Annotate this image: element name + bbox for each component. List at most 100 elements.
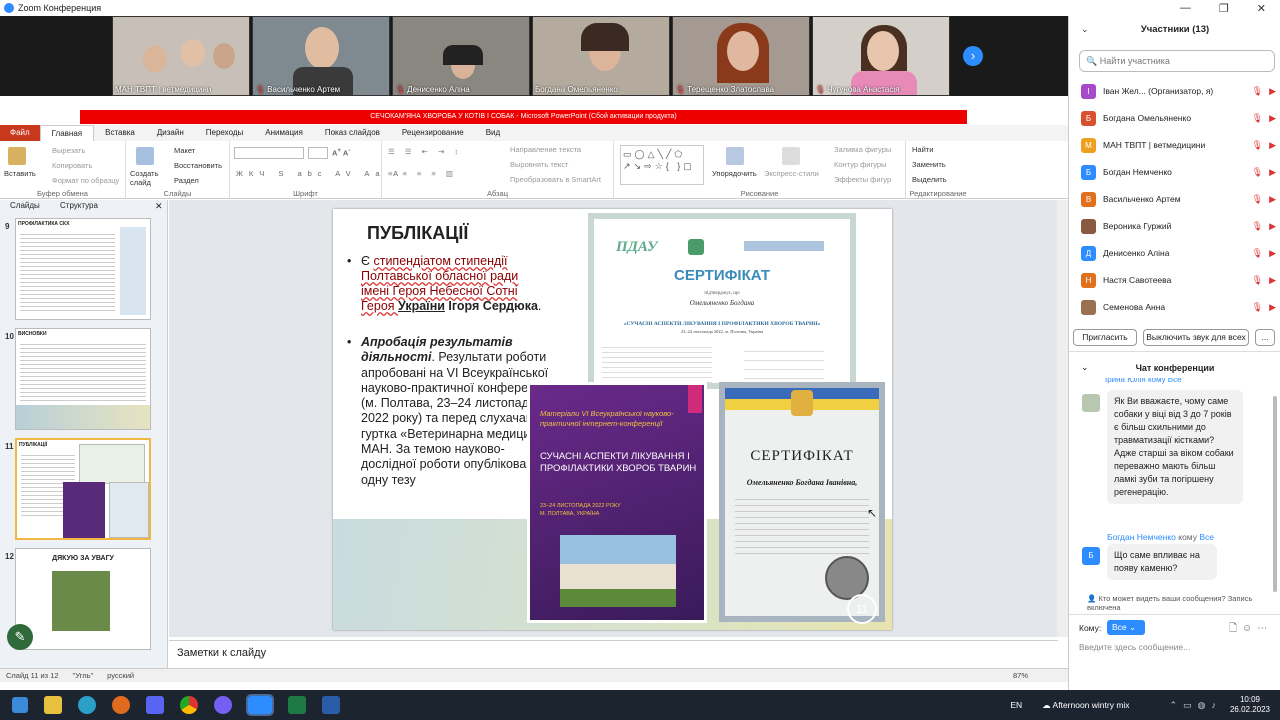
tray-icons[interactable]: ⌃▭◍♪: [1170, 700, 1222, 711]
video-tile[interactable]: 🎙 Терещенко Златослава: [672, 16, 810, 96]
group-label: Абзац: [486, 189, 509, 198]
reset-button[interactable]: Восстановить: [174, 161, 222, 170]
canvas-scrollbar[interactable]: [1057, 200, 1068, 637]
thumb-number: 9: [5, 222, 10, 231]
chat-input[interactable]: Введите здесь сообщение...: [1079, 642, 1275, 652]
tab-slideshow[interactable]: Показ слайдов: [314, 125, 391, 141]
video-tile-name: Денисенко Аліна: [407, 85, 470, 94]
viber-icon[interactable]: [214, 696, 232, 714]
tab-design[interactable]: Дизайн: [146, 125, 195, 141]
mute-all-button[interactable]: Выключить звук для всех: [1143, 329, 1249, 346]
font-name-box[interactable]: [234, 147, 304, 159]
pane-tab-slides[interactable]: Слайды: [10, 201, 40, 210]
invite-button[interactable]: Пригласить: [1073, 329, 1137, 346]
maximize-icon[interactable]: ❐: [1219, 2, 1229, 15]
zoom-level[interactable]: 87%: [1013, 671, 1028, 680]
group-label: Шрифт: [293, 189, 318, 198]
quick-styles-button[interactable]: Экспресс-стили: [764, 169, 819, 178]
participant-row[interactable]: Вероника Гуржий 🎙 ▶: [1081, 213, 1276, 239]
notes-field[interactable]: Заметки к слайду: [169, 640, 1058, 665]
font-group: A+ A- ЖКЧ S abc AV Aa A Шрифт: [230, 141, 398, 199]
participant-search-input[interactable]: 🔍 Найти участника: [1079, 50, 1275, 72]
video-tile-name: Чугунова Анастасія: [827, 85, 900, 94]
shape-fill-button[interactable]: Заливка фигуры: [834, 145, 891, 154]
weather-widget[interactable]: ☁ Afternoon wintry mix: [1042, 700, 1129, 711]
format-painter-button[interactable]: Формат по образцу: [52, 176, 119, 185]
tab-home[interactable]: Главная: [39, 125, 95, 141]
slide-thumb-10[interactable]: ВИСНОВКИ: [15, 328, 151, 430]
pane-tab-outline[interactable]: Структура: [60, 201, 98, 210]
theme-name: "Угль": [72, 671, 94, 680]
video-tile[interactable]: 🎙 Денисенко Аліна: [392, 16, 530, 96]
participant-row[interactable]: Д Денисенко Аліна 🎙 ▶: [1081, 240, 1276, 266]
close-pane-icon[interactable]: ✕: [155, 201, 163, 212]
clock[interactable]: 10:09 26.02.2023: [1230, 695, 1270, 715]
slide-thumb-11[interactable]: ПУБЛІКАЦІЇ: [15, 438, 151, 540]
participant-row[interactable]: М МАН ТВПТ | ветмедицини 🎙 ▶: [1081, 132, 1276, 158]
slide-thumb-9[interactable]: ПРОФІЛАКТИКА СКХ: [15, 218, 151, 320]
chat-tools[interactable]: 🗋☺⋯: [1229, 621, 1272, 638]
discord-icon[interactable]: [146, 696, 164, 714]
find-button[interactable]: Найти: [912, 145, 933, 154]
thumb-number: 11: [5, 442, 14, 451]
slide-thumb-12[interactable]: ДЯКУЮ ЗА УВАГУ: [15, 548, 151, 650]
tab-file[interactable]: Файл: [0, 125, 40, 141]
edge-icon[interactable]: [78, 696, 96, 714]
word-icon[interactable]: [322, 696, 340, 714]
participant-row[interactable]: Н Настя Савотеева 🎙 ▶: [1081, 267, 1276, 293]
recipient-select[interactable]: Все ⌄: [1107, 620, 1145, 635]
replace-button[interactable]: Заменить: [912, 160, 946, 169]
close-icon[interactable]: ✕: [1257, 2, 1266, 15]
font-size-box[interactable]: [308, 147, 328, 159]
tab-view[interactable]: Вид: [475, 125, 511, 141]
shapes-gallery[interactable]: ▭◯△╲╱⬠ ↗↘⇨☆{ }▢: [620, 145, 704, 185]
chrome-icon[interactable]: [180, 696, 198, 714]
pen-icon[interactable]: ✎: [7, 624, 33, 650]
participant-row[interactable]: І Іван Жел... (Организатор, я) 🎙 ▶: [1081, 78, 1276, 104]
paste-button[interactable]: Вставить: [4, 169, 36, 178]
text-direction-button[interactable]: Направление текста: [510, 145, 581, 154]
zoom-taskbar-icon[interactable]: [246, 694, 274, 716]
minimize-icon[interactable]: —: [1180, 2, 1191, 14]
firefox-icon[interactable]: [112, 696, 130, 714]
avatar: [1082, 394, 1100, 412]
shape-effects-button[interactable]: Эффекты фигур: [834, 175, 891, 184]
arrange-button[interactable]: Упорядочить: [712, 169, 757, 178]
tab-animation[interactable]: Анимация: [254, 125, 314, 141]
cut-button[interactable]: Вырезать: [52, 146, 85, 155]
video-tile[interactable]: 🎙 Чугунова Анастасія: [812, 16, 950, 96]
tab-transitions[interactable]: Переходы: [195, 125, 255, 141]
video-tile[interactable]: Богдана Омельяненко: [532, 16, 670, 96]
tab-insert[interactable]: Вставка: [94, 125, 146, 141]
chat-scrollbar[interactable]: [1273, 396, 1277, 592]
weather-text: Afternoon wintry mix: [1052, 699, 1130, 710]
windows-start-icon[interactable]: [12, 697, 28, 713]
participant-row[interactable]: Семенова Анна 🎙 ▶: [1081, 294, 1276, 320]
next-videos-button[interactable]: ›: [963, 46, 983, 66]
participant-row[interactable]: Б Богдан Немченко 🎙 ▶: [1081, 159, 1276, 185]
layout-button[interactable]: Макет: [174, 146, 195, 155]
video-tile[interactable]: МАН ТВПТ | ветмедицини: [112, 16, 250, 96]
more-button[interactable]: ...: [1255, 329, 1275, 346]
select-button[interactable]: Выделить: [912, 175, 947, 184]
participant-row[interactable]: Б Богдана Омельяненко 🎙 ▶: [1081, 105, 1276, 131]
file-explorer-icon[interactable]: [44, 696, 62, 714]
section-button[interactable]: Раздел: [174, 176, 199, 185]
avatar: Б: [1081, 110, 1096, 126]
video-tile[interactable]: 🎙 Васильченко Артем: [252, 16, 390, 96]
smartart-button[interactable]: Преобразовать в SmartArt: [510, 175, 601, 184]
new-slide-button[interactable]: Создать слайд: [130, 169, 160, 187]
slide[interactable]: ПУБЛІКАЦІЇ • Є стипендіатом стипендії По…: [333, 209, 892, 630]
tab-review[interactable]: Рецензирование: [391, 125, 475, 141]
certificate-2-image: СЕРТИФІКАТ Омельяненко Богдана Іванівна,…: [719, 382, 885, 624]
keyboard-language[interactable]: EN: [1010, 700, 1022, 710]
excel-icon[interactable]: [288, 696, 306, 714]
participant-row[interactable]: В Васильченко Артем 🎙 ▶: [1081, 186, 1276, 212]
participant-name: Васильченко Артем: [1103, 194, 1181, 204]
video-off-icon: ▶: [1269, 220, 1276, 231]
privacy-note[interactable]: 👤 Кто может видеть ваши сообщения? Запис…: [1087, 594, 1277, 612]
shape-outline-button[interactable]: Контур фигуры: [834, 160, 886, 169]
copy-button[interactable]: Копировать: [52, 161, 92, 170]
align-text-button[interactable]: Выровнять текст: [510, 160, 568, 169]
side-panel: ⌄ Участники (13) 🔍 Найти участника І Іван…: [1068, 16, 1280, 690]
